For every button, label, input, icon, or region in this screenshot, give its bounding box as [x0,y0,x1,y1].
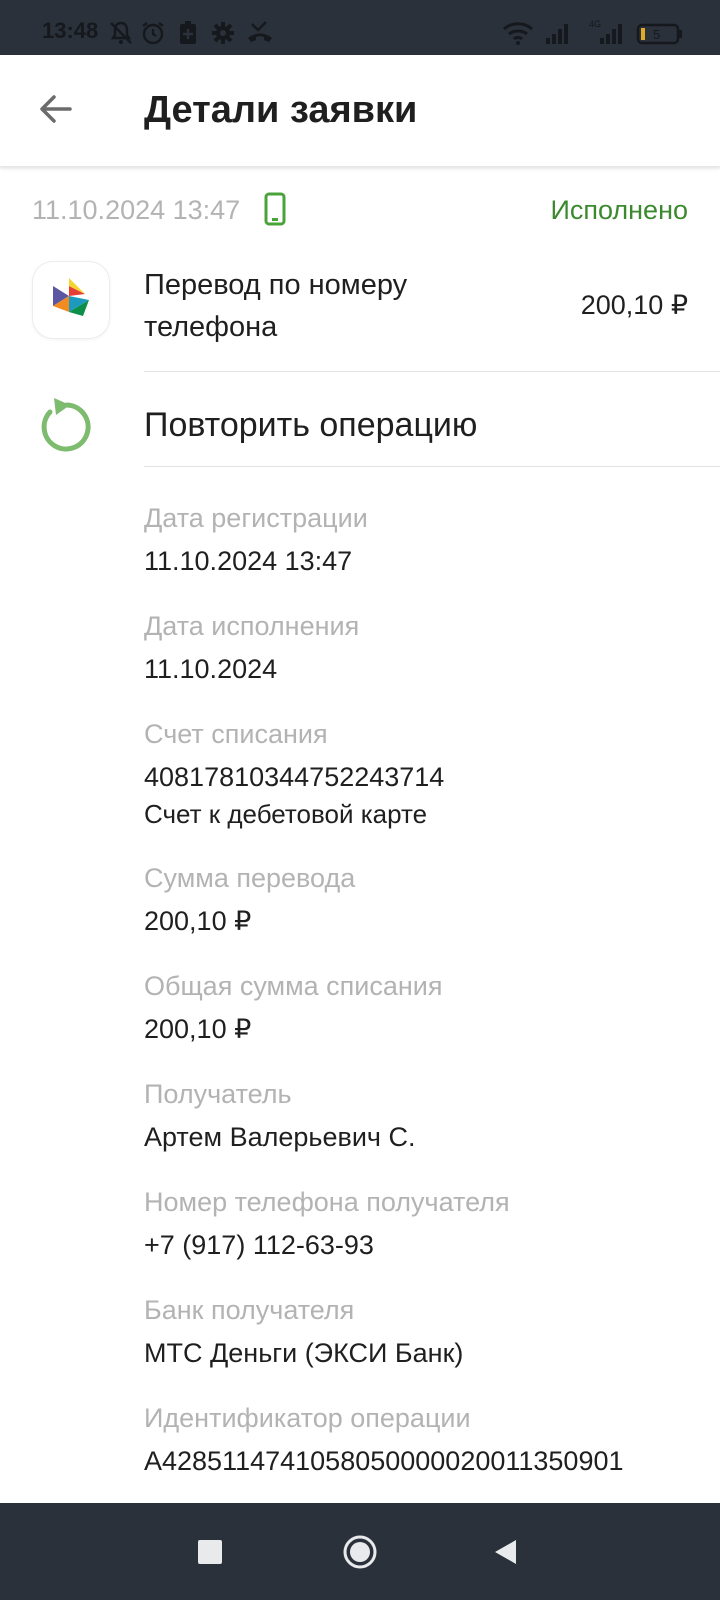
repeat-arrow-icon [30,395,92,457]
bell-off-icon [108,20,134,51]
field-label: Общая сумма списания [144,971,443,1001]
smartphone-icon [264,192,286,231]
divider [144,371,720,372]
field-registration-date: Дата регистрации 11.10.2024 13:47 [144,500,704,580]
field-value: +7 (917) 112-63-93 [144,1230,374,1260]
network-label: 4G [589,19,601,29]
field-recipient-phone: Номер телефона получателя +7 (917) 112-6… [144,1184,704,1264]
app-bar: Детали заявки [0,55,720,167]
system-nav-bar [0,1503,720,1600]
field-value: 40817810344752243714 [144,762,445,792]
field-value: 11.10.2024 [144,654,278,684]
home-button[interactable] [310,1503,410,1600]
battery-icon: 5 [636,22,684,51]
field-label: Банк получателя [144,1295,355,1325]
field-total-debit: Общая сумма списания 200,10 ₽ [144,968,704,1048]
battery-saver-icon [177,20,199,51]
field-subvalue: Счет к дебетовой карте [144,799,428,829]
gear-icon [210,20,236,51]
missed-call-icon [246,20,274,51]
field-label: Идентификатор операции [144,1403,471,1433]
field-value: МТС Деньги (ЭКСИ Банк) [144,1338,464,1368]
field-value: 200,10 ₽ [144,1014,252,1044]
operation-amount: 200,10 ₽ [580,290,688,320]
circle-icon [343,1535,377,1568]
status-bar: 13:48 4G 5 [0,0,720,55]
signal-icon [544,20,572,51]
field-label: Сумма перевода [144,863,356,893]
field-execution-date: Дата исполнения 11.10.2024 [144,608,704,688]
divider [144,466,720,467]
field-value: 11.10.2024 13:47 [144,546,353,576]
recents-button[interactable] [160,1503,260,1600]
page-title: Детали заявки [144,89,418,131]
field-operation-id: Идентификатор операции A4285114741058050… [144,1400,704,1480]
alarm-icon [140,20,166,51]
field-recipient: Получатель Артем Валерьевич С. [144,1076,704,1156]
operation-name: Перевод по номеру телефона [144,269,408,343]
field-recipient-bank: Банк получателя МТС Деньги (ЭКСИ Банк) [144,1292,704,1372]
arrow-left-icon [40,95,72,123]
field-debit-account: Счет списания 40817810344752243714 Счет … [144,716,704,832]
field-value: A4285114741058050000020011350901 [144,1446,624,1476]
battery-level: 5 [653,27,660,42]
field-label: Счет списания [144,719,328,749]
field-label: Получатель [144,1079,292,1109]
details-list: Дата регистрации 11.10.2024 13:47 Дата и… [144,500,704,1508]
triangle-back-icon [495,1539,516,1564]
nav-back-button[interactable] [456,1503,556,1600]
signal-4g-icon: 4G [588,18,626,51]
summary-datetime: 11.10.2024 13:47 [32,195,241,225]
repeat-operation-label: Повторить операцию [144,406,478,444]
sbp-logo-icon [33,262,109,338]
status-time: 13:48 [42,18,99,43]
field-label: Номер телефона получателя [144,1187,510,1217]
back-button[interactable] [30,83,82,135]
field-value: 200,10 ₽ [144,906,252,936]
wifi-icon [502,20,534,51]
field-transfer-amount: Сумма перевода 200,10 ₽ [144,860,704,940]
field-label: Дата регистрации [144,503,368,533]
field-value: Артем Валерьевич С. [144,1122,416,1152]
status-label: Исполнено [550,195,688,225]
field-label: Дата исполнения [144,611,360,641]
square-icon [198,1539,222,1564]
